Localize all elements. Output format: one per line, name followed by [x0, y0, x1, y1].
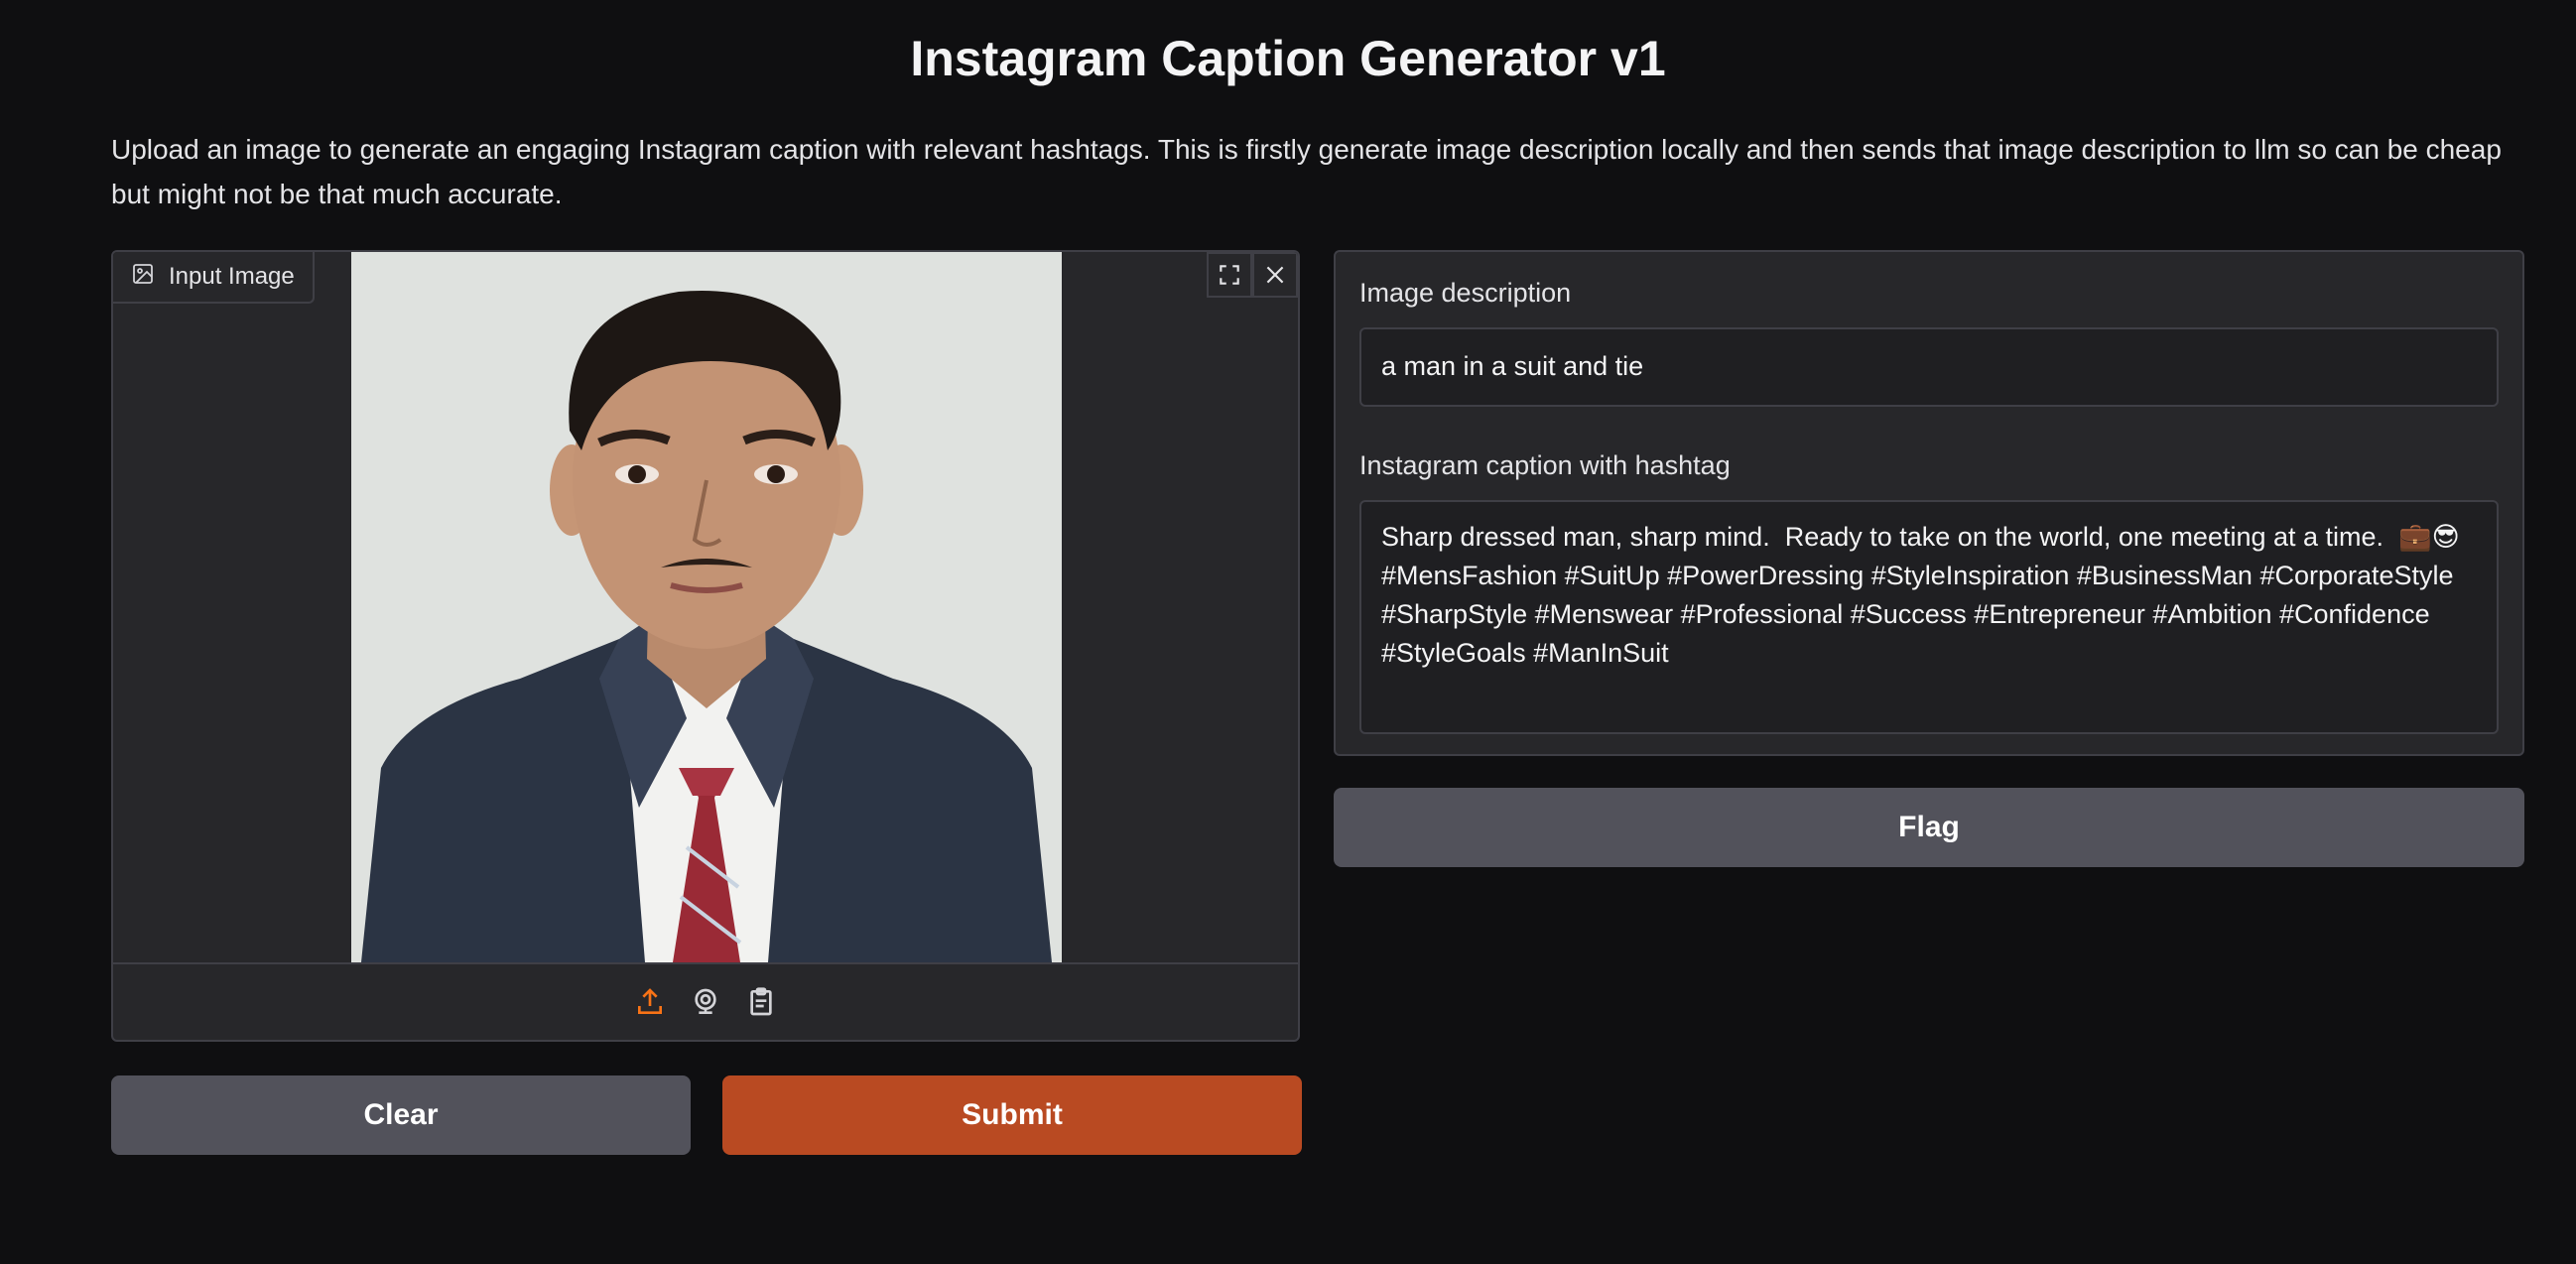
fullscreen-icon: [1220, 265, 1239, 285]
page-description: Upload an image to generate an engaging …: [111, 134, 2502, 209]
input-image-label: Input Image: [113, 252, 315, 304]
clear-button[interactable]: Clear: [111, 1075, 691, 1155]
close-icon: [1266, 266, 1284, 284]
webcam-source-button[interactable]: [689, 985, 722, 1019]
image-description-label: Image description: [1359, 278, 1572, 308]
upload-icon: [638, 988, 662, 1014]
input-image-label-text: Input Image: [169, 263, 295, 290]
uploaded-photo: [351, 252, 1062, 962]
input-image-panel[interactable]: Input Image: [111, 250, 1300, 1042]
image-tools: [1207, 252, 1298, 298]
output-panel: Image description a man in a suit and ti…: [1334, 250, 2524, 756]
page-title: Instagram Caption Generator v1: [910, 31, 1666, 86]
image-description-field[interactable]: a man in a suit and tie: [1359, 327, 2499, 407]
clear-image-button[interactable]: [1252, 252, 1298, 298]
upload-source-button[interactable]: [633, 985, 667, 1019]
caption-field[interactable]: Sharp dressed man, sharp mind. Ready to …: [1359, 500, 2499, 734]
image-preview-area: [113, 252, 1298, 962]
clipboard-source-button[interactable]: [744, 985, 778, 1019]
webcam-icon: [695, 988, 716, 1014]
submit-button[interactable]: Submit: [722, 1075, 1302, 1155]
fullscreen-button[interactable]: [1207, 252, 1252, 298]
flag-button[interactable]: Flag: [1334, 788, 2524, 867]
image-source-bar: [113, 962, 1298, 1040]
caption-label: Instagram caption with hashtag: [1359, 450, 1731, 480]
image-icon: [131, 262, 155, 293]
clipboard-icon: [750, 987, 772, 1016]
